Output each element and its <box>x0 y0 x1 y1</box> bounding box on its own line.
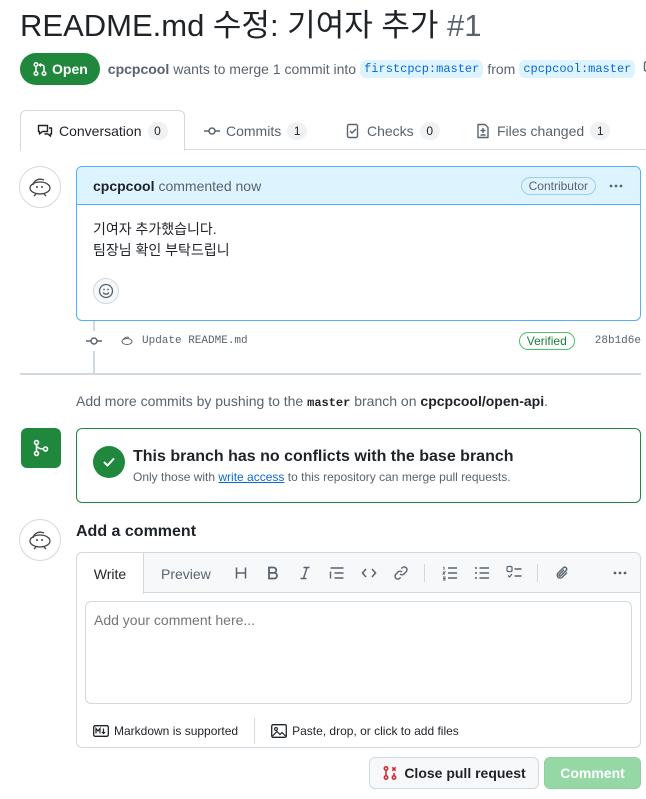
pull-request-icon <box>32 61 48 77</box>
pr-meta: Open cpcpcool wants to merge 1 commit in… <box>20 53 646 85</box>
unordered-list-icon[interactable] <box>473 564 491 582</box>
bold-icon[interactable] <box>264 564 282 582</box>
italic-icon[interactable] <box>296 564 314 582</box>
tab-files-changed-count: 1 <box>590 121 611 140</box>
timeline-break <box>20 373 641 375</box>
avatar[interactable] <box>19 166 61 208</box>
tab-files-changed-label: Files changed <box>497 122 585 139</box>
file-diff-icon <box>475 123 491 139</box>
pr-author-link[interactable]: cpcpcool <box>108 61 169 77</box>
check-circle-icon <box>93 446 125 478</box>
checklist-icon <box>345 123 361 139</box>
tab-conversation-count: 0 <box>147 121 168 140</box>
base-branch[interactable]: firstcpcp:master <box>360 60 484 78</box>
tab-commits-label: Commits <box>226 122 282 139</box>
write-access-link[interactable]: write access <box>218 470 284 484</box>
tab-commits-count: 1 <box>287 121 308 140</box>
contributor-badge: Contributor <box>520 176 596 195</box>
pr-title: README.md 수정: 기여자 추가 #1 <box>20 4 482 48</box>
commit-sha[interactable]: 28b1d6e <box>595 335 641 347</box>
comment-textarea[interactable] <box>85 601 632 704</box>
commit-message-link[interactable]: Update README.md <box>142 335 248 347</box>
editor-footer: Markdown is supported Paste, drop, or cl… <box>93 718 459 744</box>
push-hint-prefix: Add more commits by pushing to the <box>76 393 304 409</box>
comment-body: 기여자 추가했습니다. 팀장님 확인 부탁드립니 <box>77 205 640 261</box>
comment-header: cpcpcool commented now Contributor <box>77 167 640 205</box>
comment-button[interactable]: Comment <box>544 757 641 789</box>
tab-write[interactable]: Write <box>77 553 144 594</box>
tab-checks[interactable]: Checks 0 <box>345 110 440 151</box>
verified-badge[interactable]: Verified <box>518 332 575 350</box>
state-label: Open <box>52 61 88 77</box>
comment-timestamp[interactable]: commented now <box>158 178 261 194</box>
comment-editor: Write Preview Add your comment here... M… <box>76 552 641 748</box>
tab-conversation[interactable]: Conversation 0 <box>20 110 185 151</box>
push-hint: Add more commits by pushing to the maste… <box>76 393 548 410</box>
smiley-icon <box>98 283 114 299</box>
add-reaction-button[interactable] <box>93 278 119 304</box>
toolbar-divider <box>537 564 538 582</box>
tab-files-changed[interactable]: Files changed 1 <box>475 110 611 151</box>
code-icon[interactable] <box>360 564 378 582</box>
attach-files-label: Paste, drop, or click to add files <box>292 724 459 738</box>
merge-text: wants to merge 1 commit into <box>173 61 357 77</box>
quote-icon[interactable] <box>328 564 346 582</box>
comment-author[interactable]: cpcpcool <box>93 178 154 194</box>
timeline-commit: Update README.md Verified 28b1d6e <box>84 329 641 353</box>
markdown-icon <box>93 725 109 737</box>
image-icon <box>271 724 288 738</box>
comment-line-1: 기여자 추가했습니다. <box>93 221 217 237</box>
add-comment-heading: Add a comment <box>76 523 197 540</box>
avatar[interactable] <box>19 519 61 561</box>
merge-status-subtitle: Only those with write access to this rep… <box>133 470 511 484</box>
from-text: from <box>487 61 516 77</box>
merge-sub-prefix: Only those with <box>133 470 216 484</box>
kebab-horizontal-icon[interactable] <box>608 178 624 194</box>
link-icon[interactable] <box>392 564 410 582</box>
comment-line-2: 팀장님 확인 부탁드립니 <box>93 242 230 258</box>
repo-link[interactable]: cpcpcool/open-api <box>420 393 544 409</box>
push-hint-branch: master <box>307 396 351 410</box>
tab-checks-label: Checks <box>367 122 414 139</box>
markdown-supported-link[interactable]: Markdown is supported <box>93 724 238 738</box>
state-badge: Open <box>20 53 100 85</box>
merge-description: cpcpcool wants to merge 1 commit into fi… <box>108 60 646 78</box>
markdown-supported-label: Markdown is supported <box>114 724 239 738</box>
commit-message: Update README.md <box>120 335 248 347</box>
kebab-horizontal-icon[interactable] <box>611 564 629 582</box>
git-pull-request-closed-icon <box>382 765 398 781</box>
pr-title-text: README.md 수정: 기여자 추가 <box>20 8 439 43</box>
commit-icon <box>84 331 104 351</box>
pr-tabs: Conversation 0 Commits 1 Checks 0 Files … <box>20 110 646 151</box>
merge-sub-suffix: to this repository can merge pull reques… <box>287 470 511 484</box>
toolbar-divider <box>424 564 425 582</box>
git-merge-icon <box>32 439 50 457</box>
paperclip-icon[interactable] <box>554 564 572 582</box>
tab-checks-count: 0 <box>419 121 440 140</box>
conversation-icon <box>37 123 53 139</box>
attach-files-button[interactable]: Paste, drop, or click to add files <box>271 724 459 738</box>
push-hint-suffix: . <box>544 393 548 409</box>
close-pull-request-button[interactable]: Close pull request <box>369 757 539 789</box>
tab-commits[interactable]: Commits 1 <box>204 110 308 151</box>
head-branch[interactable]: cpcpcool:master <box>519 60 636 78</box>
heading-icon[interactable] <box>232 564 250 582</box>
merge-status-icon <box>21 428 61 468</box>
ordered-list-icon[interactable] <box>441 564 459 582</box>
avatar[interactable] <box>120 336 134 346</box>
merge-status-title: This branch has no conflicts with the ba… <box>133 448 514 465</box>
comment-box: cpcpcool commented now Contributor 기여자 추… <box>76 166 641 321</box>
commit-icon <box>204 123 220 139</box>
merge-box: This branch has no conflicts with the ba… <box>76 428 641 503</box>
tab-conversation-label: Conversation <box>59 122 142 139</box>
editor-toolbar: Write Preview <box>77 553 640 594</box>
push-hint-middle: branch on <box>354 393 417 409</box>
close-pull-request-label: Close pull request <box>404 765 526 781</box>
pr-number: #1 <box>447 8 482 43</box>
tab-preview[interactable]: Preview <box>161 553 211 594</box>
tasklist-icon[interactable] <box>505 564 523 582</box>
footer-divider <box>254 718 256 744</box>
